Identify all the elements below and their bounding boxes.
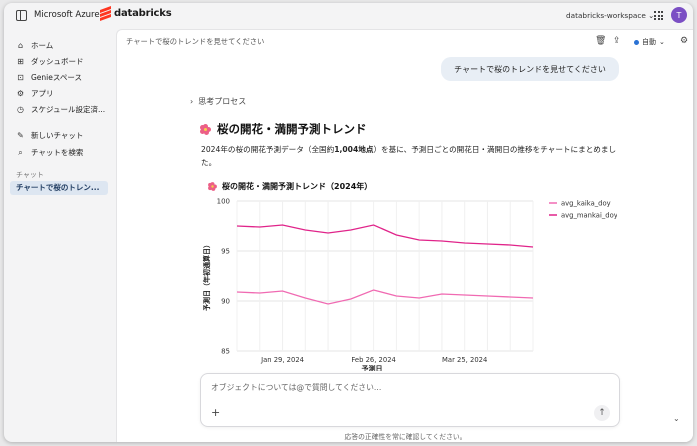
cherry-blossom-icon bbox=[208, 182, 217, 191]
sidebar-item-genie[interactable]: ⊡ Genieスペース bbox=[16, 70, 82, 84]
genie-icon: ⊡ bbox=[17, 72, 24, 82]
user-message-bubble: チャートで桜のトレンドを見せてください bbox=[441, 57, 619, 81]
search-icon: ⌕ bbox=[18, 147, 23, 157]
x-tick-label: Mar 25, 2024 bbox=[442, 356, 487, 364]
schedule-icon: ◷ bbox=[17, 104, 24, 114]
sidebar-item-dashboard[interactable]: ⊞ ダッシュボード bbox=[16, 54, 84, 68]
dashboard-icon: ⊞ bbox=[17, 56, 24, 66]
cherry-blossom-icon bbox=[200, 123, 211, 135]
composer: + ↑ bbox=[200, 373, 620, 427]
chart-title-text: 桜の開花・満開予測トレンド（2024年） bbox=[222, 182, 373, 191]
x-tick-label: Feb 26, 2024 bbox=[351, 356, 395, 364]
chat-panel: チャートで桜のトレンドを見せてください 🗑 ⇪ 自動 ⌄ ⚙ チャートで桜のトレ… bbox=[116, 29, 693, 442]
send-button[interactable]: ↑ bbox=[594, 405, 610, 421]
pencil-icon: ✎ bbox=[17, 130, 24, 140]
trend-chart: 85 90 95 100 Jan 29, 2024 Feb 26, 2024 Mar 25,… bbox=[202, 198, 617, 372]
y-axis-label: 予測日（年初通算日） bbox=[202, 241, 211, 311]
add-attachment-icon[interactable]: + bbox=[211, 406, 220, 419]
top-bar: Microsoft Azure databricks databricks-wo… bbox=[4, 3, 693, 29]
apps-grid-icon[interactable] bbox=[654, 11, 663, 20]
answer-body: 2024年の桜の開花予測データ（全国約1,004地点）を基に、予測日ごとの開花日… bbox=[201, 143, 621, 169]
x-tick-label: Jan 29, 2024 bbox=[260, 356, 304, 364]
new-chat-button[interactable]: ✎ 新しいチャット bbox=[16, 128, 83, 142]
app-window: Microsoft Azure databricks databricks-wo… bbox=[4, 3, 693, 442]
sidebar-item-label: ホーム bbox=[31, 40, 54, 50]
answer-body-pre: 2024年の桜の開花予測データ（全国約 bbox=[201, 145, 335, 154]
thinking-process-toggle[interactable]: › 思考プロセス bbox=[190, 96, 246, 107]
arrow-up-icon: ↑ bbox=[598, 408, 606, 418]
chevron-down-icon: ⌄ bbox=[659, 38, 665, 46]
mode-dot-icon bbox=[634, 39, 639, 45]
chevron-right-icon: › bbox=[190, 97, 194, 106]
sidebar-item-label: チャットを検索 bbox=[31, 147, 84, 157]
thinking-label: 思考プロセス bbox=[198, 97, 247, 106]
legend-label: avg_mankai_doy bbox=[561, 212, 617, 220]
sidebar-item-home[interactable]: ⌂ ホーム bbox=[16, 38, 53, 52]
sidebar: ⌂ ホーム ⊞ ダッシュボード ⊡ Genieスペース ⚙ アプリ ◷ スケジュ… bbox=[4, 29, 116, 442]
share-icon[interactable]: ⇪ bbox=[613, 36, 621, 46]
sidebar-item-schedule[interactable]: ◷ スケジュール設定済... bbox=[16, 102, 105, 116]
databricks-logo[interactable]: databricks bbox=[100, 5, 172, 22]
chat-history-item-active[interactable]: チャートで桜のトレン... bbox=[10, 181, 108, 195]
databricks-logo-text: databricks bbox=[114, 8, 172, 19]
y-tick-label: 90 bbox=[221, 298, 230, 306]
trash-icon[interactable]: 🗑 bbox=[595, 36, 606, 46]
databricks-logo-icon bbox=[100, 5, 111, 22]
scroll-down-icon[interactable]: ⌄ bbox=[673, 414, 680, 423]
chat-section-label: チャット bbox=[16, 171, 44, 179]
mode-selector[interactable]: 自動 ⌄ bbox=[634, 37, 665, 47]
y-tick-label: 95 bbox=[221, 248, 230, 256]
mode-label: 自動 bbox=[642, 38, 656, 46]
y-tick-label: 85 bbox=[221, 348, 230, 356]
answer-body-bold: 1,004地点 bbox=[334, 145, 374, 154]
sidebar-item-label: スケジュール設定済... bbox=[31, 104, 106, 114]
avatar[interactable]: T bbox=[671, 7, 687, 23]
apps-icon: ⚙ bbox=[16, 88, 25, 98]
home-icon: ⌂ bbox=[17, 40, 24, 50]
sidebar-item-label: Genieスペース bbox=[31, 72, 82, 82]
answer-title-text: 桜の開花・満開予測トレンド bbox=[217, 122, 367, 136]
sidebar-item-label: ダッシュボード bbox=[31, 56, 84, 66]
search-chats-button[interactable]: ⌕ チャットを検索 bbox=[16, 145, 83, 159]
answer-title: 桜の開花・満開予測トレンド bbox=[200, 121, 367, 137]
workspace-selector[interactable]: databricks-workspace ⌄ bbox=[566, 11, 654, 20]
series-line-avg_kaika_doy bbox=[236, 289, 534, 305]
sidebar-item-label: 新しいチャット bbox=[31, 130, 84, 140]
disclaimer: 応答の正確性を常に確認してください。 bbox=[344, 433, 467, 441]
sidebar-item-apps[interactable]: ⚙ アプリ bbox=[16, 86, 54, 100]
settings-icon[interactable]: ⚙ bbox=[680, 36, 688, 46]
sidebar-item-label: アプリ bbox=[31, 88, 54, 98]
y-tick-label: 100 bbox=[217, 198, 230, 206]
chat-input[interactable] bbox=[211, 383, 591, 392]
series-line-avg_mankai_doy bbox=[236, 224, 534, 248]
breadcrumb: チャートで桜のトレンドを見せてください bbox=[126, 37, 265, 46]
brand-microsoft-azure[interactable]: Microsoft Azure bbox=[34, 10, 100, 20]
sidebar-toggle-icon[interactable] bbox=[16, 10, 27, 21]
chart-title: 桜の開花・満開予測トレンド（2024年） bbox=[207, 181, 372, 192]
x-axis-label: 予測日 bbox=[362, 364, 383, 371]
legend-label: avg_kaika_doy bbox=[561, 200, 611, 208]
